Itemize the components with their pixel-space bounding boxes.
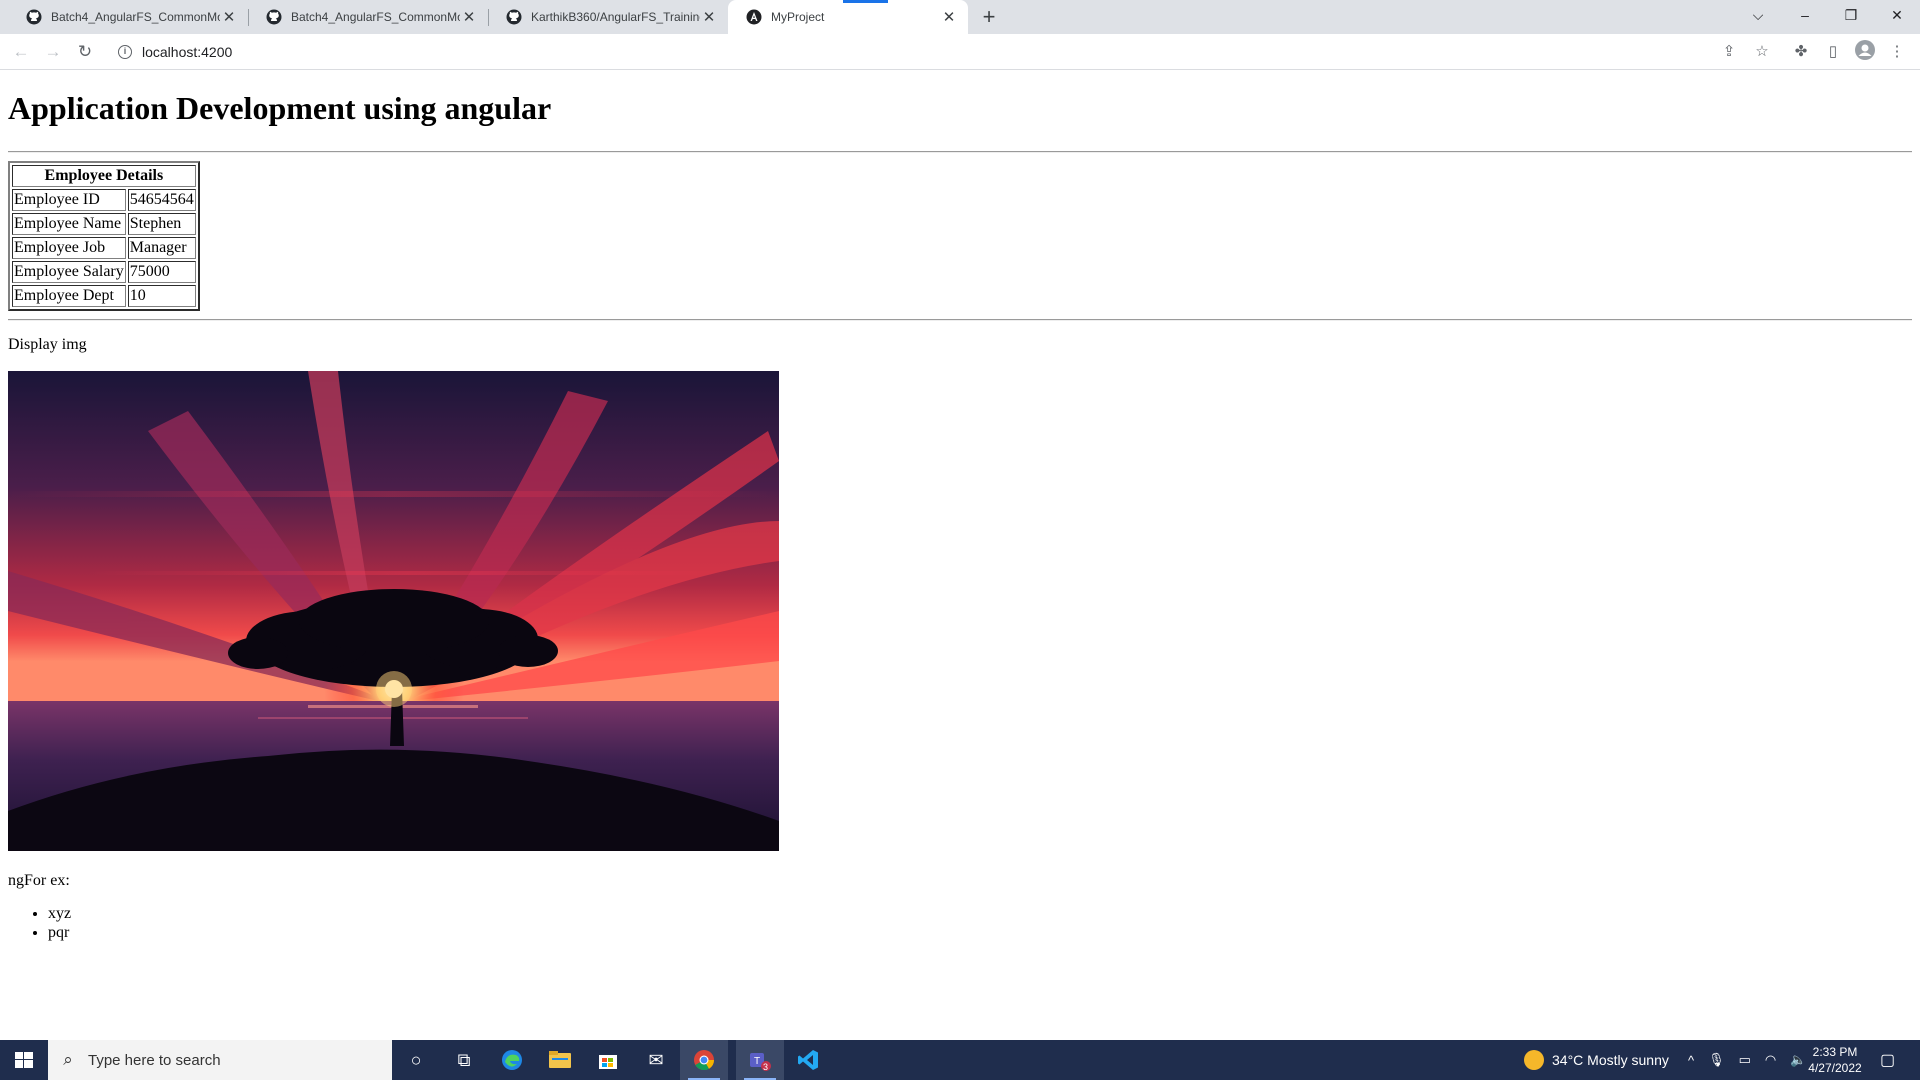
- file-explorer-icon[interactable]: [536, 1040, 584, 1080]
- row-label: Employee Dept: [12, 285, 126, 307]
- employee-table: Employee Details Employee ID 54654564 Em…: [8, 161, 200, 311]
- wifi-icon[interactable]: ◠: [1765, 1052, 1776, 1068]
- search-placeholder: Type here to search: [88, 1051, 221, 1069]
- tab-strip: Batch4_AngularFS_CommonModule ✕ Batch4_A…: [0, 0, 1920, 34]
- employee-table-header: Employee Details: [12, 165, 196, 187]
- divider: [8, 319, 1912, 321]
- menu-kebab-icon[interactable]: ⋮: [1885, 40, 1909, 64]
- weather-text: 34°C Mostly sunny: [1552, 1052, 1669, 1068]
- back-button[interactable]: ←: [6, 37, 36, 67]
- close-tab-icon[interactable]: ✕: [700, 8, 718, 26]
- reload-button[interactable]: ↻: [70, 37, 100, 67]
- forward-button[interactable]: →: [38, 37, 68, 67]
- tab-title: Batch4_AngularFS_CommonModule: [291, 10, 460, 24]
- ngfor-list: xyz pqr: [8, 904, 71, 942]
- row-label: Employee Job: [12, 237, 126, 259]
- close-tab-icon[interactable]: ✕: [220, 8, 238, 26]
- task-view-icon[interactable]: ⧉: [440, 1040, 488, 1080]
- battery-icon[interactable]: ▭: [1739, 1052, 1751, 1068]
- minimize-button[interactable]: –: [1782, 0, 1828, 32]
- row-value: Stephen: [127, 213, 196, 235]
- row-label: Employee ID: [12, 189, 126, 211]
- ngfor-label: ngFor ex:: [8, 872, 70, 889]
- close-tab-icon[interactable]: ✕: [940, 8, 958, 26]
- sunset-tree-image: [8, 371, 779, 851]
- tab-title: KarthikB360/AngularFS_Training_: [531, 10, 700, 24]
- tab-title: MyProject: [771, 10, 825, 24]
- taskbar-search[interactable]: ⌕ Type here to search: [48, 1040, 392, 1080]
- start-button[interactable]: [0, 1040, 48, 1080]
- page-title: Application Development using angular: [8, 90, 552, 126]
- profile-avatar-icon[interactable]: [1853, 40, 1877, 64]
- system-tray: ^ 🎙 ▭ ◠ 🔈: [1688, 1040, 1806, 1080]
- teams-icon[interactable]: T 3: [736, 1040, 784, 1080]
- list-item: xyz: [48, 904, 71, 923]
- teams-badge: 3: [763, 1062, 769, 1072]
- notifications-icon[interactable]: ▢: [1880, 1040, 1895, 1080]
- mail-icon[interactable]: ✉: [632, 1040, 680, 1080]
- microphone-icon[interactable]: 🎙: [1708, 1052, 1725, 1068]
- edge-icon[interactable]: [488, 1040, 536, 1080]
- table-row: Employee Dept 10: [12, 285, 196, 307]
- tab-title: Batch4_AngularFS_CommonModule: [51, 10, 220, 24]
- row-label: Employee Name: [12, 213, 126, 235]
- chevron-up-icon[interactable]: ^: [1688, 1053, 1694, 1068]
- search-icon: ⌕: [63, 1050, 73, 1069]
- divider: [8, 151, 1912, 153]
- tab-myproject[interactable]: MyProject ✕: [728, 0, 968, 34]
- tab-github-1[interactable]: Batch4_AngularFS_CommonModule ✕: [8, 0, 248, 34]
- new-tab-button[interactable]: +: [976, 4, 1002, 30]
- restore-button[interactable]: ❐: [1828, 0, 1874, 32]
- display-img-label: Display img: [8, 336, 87, 353]
- table-row: Employee Salary 75000: [12, 261, 196, 283]
- github-icon: [506, 9, 522, 25]
- close-window-button[interactable]: ✕: [1874, 0, 1920, 32]
- cortana-icon[interactable]: ○: [392, 1040, 440, 1080]
- close-tab-icon[interactable]: ✕: [460, 8, 478, 26]
- table-row: Employee Job Manager: [12, 237, 196, 259]
- windows-taskbar: ⌕ Type here to search ○ ⧉ ✉ T 3 34°C Mos…: [0, 1040, 1920, 1080]
- table-row: Employee Name Stephen: [12, 213, 196, 235]
- side-panel-icon[interactable]: ▯: [1821, 40, 1845, 64]
- row-value: Manager: [127, 237, 196, 259]
- clock[interactable]: 2:33 PM 4/27/2022: [1800, 1044, 1870, 1076]
- share-icon[interactable]: ⇪: [1717, 40, 1741, 64]
- chrome-icon[interactable]: [680, 1040, 728, 1080]
- weather-widget[interactable]: 34°C Mostly sunny: [1524, 1040, 1669, 1080]
- tab-github-2[interactable]: Batch4_AngularFS_CommonModule ✕: [248, 0, 488, 34]
- list-item: pqr: [48, 923, 71, 942]
- clock-time: 2:33 PM: [1812, 1045, 1858, 1059]
- browser-toolbar: ← → ↻ i localhost:4200 ⇪ ☆ ✤ ▯ ⋮: [0, 34, 1920, 70]
- tab-github-3[interactable]: KarthikB360/AngularFS_Training_ ✕: [488, 0, 728, 34]
- angular-icon: [746, 9, 762, 25]
- vscode-icon[interactable]: [784, 1040, 832, 1080]
- bookmark-star-icon[interactable]: ☆: [1750, 40, 1774, 64]
- row-value: 10: [127, 285, 196, 307]
- weather-sun-icon: [1524, 1050, 1544, 1070]
- site-info-icon[interactable]: i: [118, 45, 132, 59]
- row-value: 54654564: [127, 189, 196, 211]
- github-icon: [266, 9, 282, 25]
- row-value: 75000: [127, 261, 196, 283]
- extensions-icon[interactable]: ✤: [1789, 40, 1813, 64]
- windows-logo-icon: [15, 1052, 33, 1068]
- page-content: Application Development using angular Em…: [0, 70, 1920, 1040]
- tab-search-button[interactable]: ⌵: [1735, 0, 1781, 32]
- svg-text:T: T: [754, 1056, 760, 1067]
- row-label: Employee Salary: [12, 261, 126, 283]
- address-bar[interactable]: localhost:4200: [142, 44, 232, 60]
- clock-date: 4/27/2022: [1808, 1061, 1862, 1075]
- github-icon: [26, 9, 42, 25]
- store-icon[interactable]: [584, 1040, 632, 1080]
- table-row: Employee ID 54654564: [12, 189, 196, 211]
